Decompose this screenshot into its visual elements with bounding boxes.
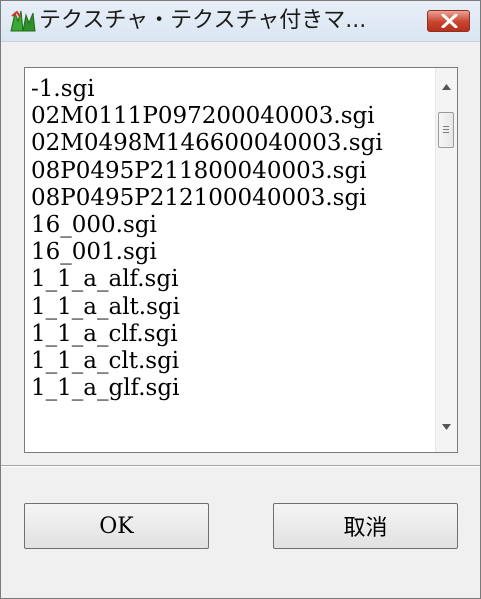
scroll-up-arrow-icon[interactable]: [442, 84, 451, 90]
list-item[interactable]: 1_1_a_clf.sgi: [31, 321, 431, 348]
list-item[interactable]: -1.sgi: [31, 76, 431, 103]
file-list: -1.sgi 02M0111P097200040003.sgi 02M0498M…: [31, 76, 431, 402]
dialog-window: テクスチャ・テクスチャ付きマ... -1.sgi 02M0111P0972000…: [0, 0, 481, 599]
cancel-button[interactable]: 取消: [273, 503, 458, 549]
list-item[interactable]: 1_1_a_glf.sgi: [31, 375, 431, 402]
vertical-scrollbar[interactable]: [435, 68, 457, 452]
list-item[interactable]: 16_001.sgi: [31, 239, 431, 266]
window-title: テクスチャ・テクスチャ付きマ...: [39, 8, 367, 33]
scrollbar-thumb[interactable]: [438, 112, 454, 148]
close-icon: [441, 14, 458, 28]
list-item[interactable]: 16_000.sgi: [31, 212, 431, 239]
list-item[interactable]: 1_1_a_alf.sgi: [31, 266, 431, 293]
list-item[interactable]: 08P0495P211800040003.sgi: [31, 158, 431, 185]
close-button[interactable]: [427, 10, 470, 32]
file-listbox[interactable]: -1.sgi 02M0111P097200040003.sgi 02M0498M…: [24, 67, 458, 453]
scroll-down-arrow-icon[interactable]: [442, 424, 451, 430]
list-item[interactable]: 1_1_a_clt.sgi: [31, 348, 431, 375]
texture-app-icon: [9, 9, 37, 33]
list-item[interactable]: 02M0498M146600040003.sgi: [31, 130, 431, 157]
title-bar[interactable]: テクスチャ・テクスチャ付きマ...: [1, 1, 480, 42]
ok-button[interactable]: OK: [24, 503, 209, 549]
list-item[interactable]: 08P0495P212100040003.sgi: [31, 185, 431, 212]
separator: [1, 465, 480, 467]
list-item[interactable]: 02M0111P097200040003.sgi: [31, 103, 431, 130]
list-item[interactable]: 1_1_a_alt.sgi: [31, 294, 431, 321]
